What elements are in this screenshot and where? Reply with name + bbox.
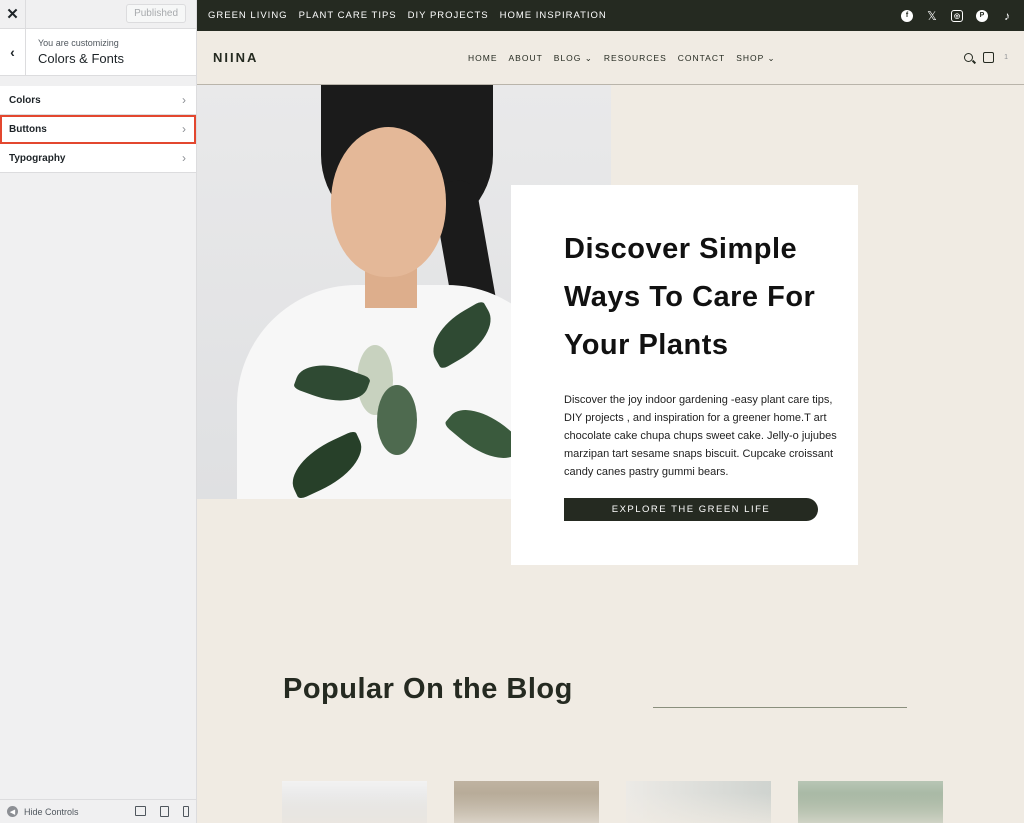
sidebar-item-label: Typography xyxy=(9,152,66,164)
site-topbar: GREEN LIVING PLANT CARE TIPS DIY PROJECT… xyxy=(197,0,1024,31)
blog-thumbnail[interactable] xyxy=(798,781,943,823)
header-icons: 1 xyxy=(964,52,1008,63)
nav-item-resources[interactable]: RESOURCES xyxy=(604,53,667,64)
close-icon[interactable]: ✕ xyxy=(0,0,26,28)
hero-text: Discover the joy indoor gardening -easy … xyxy=(564,394,837,478)
sidebar-item-buttons[interactable]: Buttons › xyxy=(0,115,196,144)
customizing-label: You are customizing xyxy=(38,38,119,48)
explore-button[interactable]: EXPLORE THE GREEN LIFE xyxy=(564,498,818,521)
tiktok-icon[interactable]: ♪ xyxy=(1001,9,1013,23)
sidebar-item-label: Buttons xyxy=(9,123,47,135)
topnav-item-home-inspiration[interactable]: HOME INSPIRATION xyxy=(500,10,607,21)
tablet-preview-icon[interactable] xyxy=(160,806,169,817)
blog-thumbnail[interactable] xyxy=(454,781,599,823)
hide-controls-button[interactable]: Hide Controls xyxy=(24,807,79,817)
nav-item-blog[interactable]: BLOG ⌄ xyxy=(554,53,593,64)
chevron-right-icon: › xyxy=(182,122,186,136)
back-chevron-icon[interactable]: ‹ xyxy=(0,29,26,75)
blog-divider xyxy=(653,707,907,708)
main-navigation: HOME ABOUT BLOG ⌄ RESOURCES CONTACT SHOP… xyxy=(468,53,776,64)
blog-thumbnails xyxy=(282,781,943,823)
cart-count: 1 xyxy=(1004,54,1008,61)
hero-image-face xyxy=(331,127,446,277)
instagram-icon[interactable]: ◎ xyxy=(951,9,963,22)
mobile-preview-icon[interactable] xyxy=(183,806,189,817)
sidebar-list: Colors › Buttons › Typography › xyxy=(0,86,196,173)
desktop-preview-icon[interactable] xyxy=(135,806,146,816)
blog-thumbnail[interactable] xyxy=(626,781,771,823)
hide-controls-icon[interactable]: ◀ xyxy=(7,806,18,817)
chevron-right-icon: › xyxy=(182,151,186,165)
site-header: NIINA HOME ABOUT BLOG ⌄ RESOURCES CONTAC… xyxy=(197,31,1024,85)
sidebar-item-typography[interactable]: Typography › xyxy=(0,144,196,173)
sidebar-item-colors[interactable]: Colors › xyxy=(0,86,196,115)
device-switcher xyxy=(135,806,189,817)
sidebar-item-label: Colors xyxy=(9,94,41,106)
site-preview: GREEN LIVING PLANT CARE TIPS DIY PROJECT… xyxy=(197,0,1024,823)
sidebar-footer: ◀ Hide Controls xyxy=(0,799,196,823)
social-links: f 𝕏 ◎ P ♪ xyxy=(901,9,1013,23)
site-logo[interactable]: NIINA xyxy=(213,50,258,65)
top-navigation: GREEN LIVING PLANT CARE TIPS DIY PROJECT… xyxy=(208,10,607,21)
plant-leaf xyxy=(377,385,417,455)
nav-item-contact[interactable]: CONTACT xyxy=(678,53,725,64)
published-button[interactable]: Published xyxy=(126,4,186,23)
x-icon[interactable]: 𝕏 xyxy=(926,9,938,23)
topnav-item-green-living[interactable]: GREEN LIVING xyxy=(208,10,288,21)
blog-thumbnail[interactable] xyxy=(282,781,427,823)
nav-item-shop[interactable]: SHOP ⌄ xyxy=(736,53,775,64)
blog-section-title: Popular On the Blog xyxy=(283,673,573,705)
hero-title: Discover Simple Ways To Care For Your Pl… xyxy=(564,233,816,361)
section-header: ‹ You are customizing Colors & Fonts xyxy=(0,29,196,76)
topnav-item-diy-projects[interactable]: DIY PROJECTS xyxy=(408,10,489,21)
nav-item-about[interactable]: ABOUT xyxy=(509,53,543,64)
topnav-item-plant-care-tips[interactable]: PLANT CARE TIPS xyxy=(299,10,397,21)
cart-icon[interactable] xyxy=(983,52,995,63)
chevron-right-icon: › xyxy=(182,93,186,107)
pinterest-icon[interactable]: P xyxy=(976,9,988,22)
facebook-icon[interactable]: f xyxy=(901,9,913,22)
section-title: Colors & Fonts xyxy=(38,51,124,66)
nav-item-home[interactable]: HOME xyxy=(468,53,498,64)
customizer-sidebar: ✕ Published ‹ You are customizing Colors… xyxy=(0,0,197,823)
hero-card: Discover Simple Ways To Care For Your Pl… xyxy=(511,185,858,565)
search-icon[interactable] xyxy=(964,53,974,62)
sidebar-topbar: ✕ Published xyxy=(0,0,196,29)
